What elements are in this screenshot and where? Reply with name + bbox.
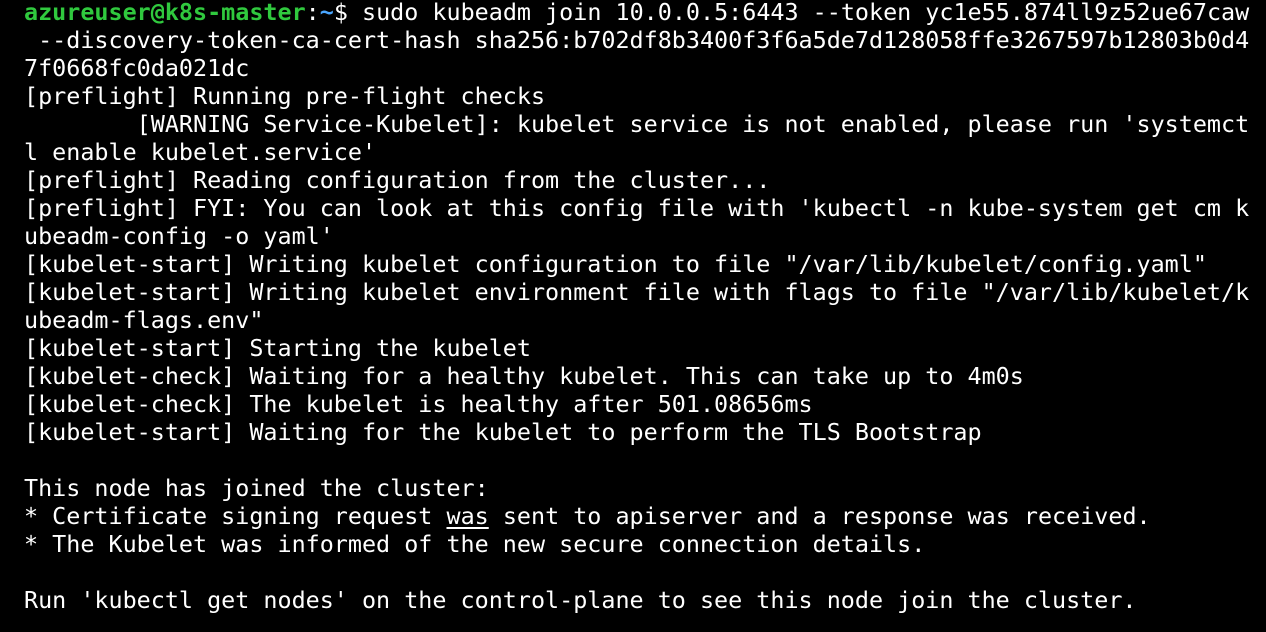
output-line: [preflight] Reading configuration from t… xyxy=(24,166,771,194)
join-detail-line: * Certificate signing request was sent t… xyxy=(24,502,1151,530)
prompt-symbol: $ xyxy=(333,0,363,26)
join-detail-line: * The Kubelet was informed of the new se… xyxy=(24,530,926,558)
prompt-separator: : xyxy=(305,0,320,26)
output-line: [kubelet-start] Waiting for the kubelet … xyxy=(24,418,982,446)
join-detail-text: sent to apiserver and a response was rec… xyxy=(488,502,1151,530)
command-prompt-line: azureuser@k8s-master:~$ sudo kubeadm joi… xyxy=(24,0,1249,26)
command-wrap-line: 7f0668fc0da021dc xyxy=(24,54,250,82)
next-step-line: Run 'kubectl get nodes' on the control-p… xyxy=(24,586,1137,614)
underlined-word: was xyxy=(446,502,489,530)
output-line: [kubelet-check] The kubelet is healthy a… xyxy=(24,390,813,418)
warning-line: l enable kubelet.service' xyxy=(24,138,377,166)
output-line: [preflight] Running pre-flight checks xyxy=(24,82,546,110)
command-wrap-line: --discovery-token-ca-cert-hash sha256:b7… xyxy=(24,26,1250,54)
command-text: sudo kubeadm join 10.0.0.5:6443 --token … xyxy=(362,0,1250,26)
join-detail-text: * Certificate signing request xyxy=(24,502,447,530)
join-success-heading: This node has joined the cluster: xyxy=(24,474,489,502)
output-line: [kubelet-check] Waiting for a healthy ku… xyxy=(24,362,1024,390)
output-line: [kubelet-start] Starting the kubelet xyxy=(24,334,531,362)
output-line: ubeadm-flags.env" xyxy=(24,306,264,334)
output-line: [preflight] FYI: You can look at this co… xyxy=(24,194,1250,222)
output-line: [kubelet-start] Writing kubelet environm… xyxy=(24,278,1250,306)
output-line: [kubelet-start] Writing kubelet configur… xyxy=(24,250,1207,278)
output-line: ubeadm-config -o yaml' xyxy=(24,222,334,250)
warning-line: [WARNING Service-Kubelet]: kubelet servi… xyxy=(24,110,1250,138)
prompt-user-host: azureuser@k8s-master xyxy=(24,0,306,26)
terminal-window[interactable]: azureuser@k8s-master:~$ sudo kubeadm joi… xyxy=(0,0,1266,632)
prompt-path: ~ xyxy=(319,0,334,26)
